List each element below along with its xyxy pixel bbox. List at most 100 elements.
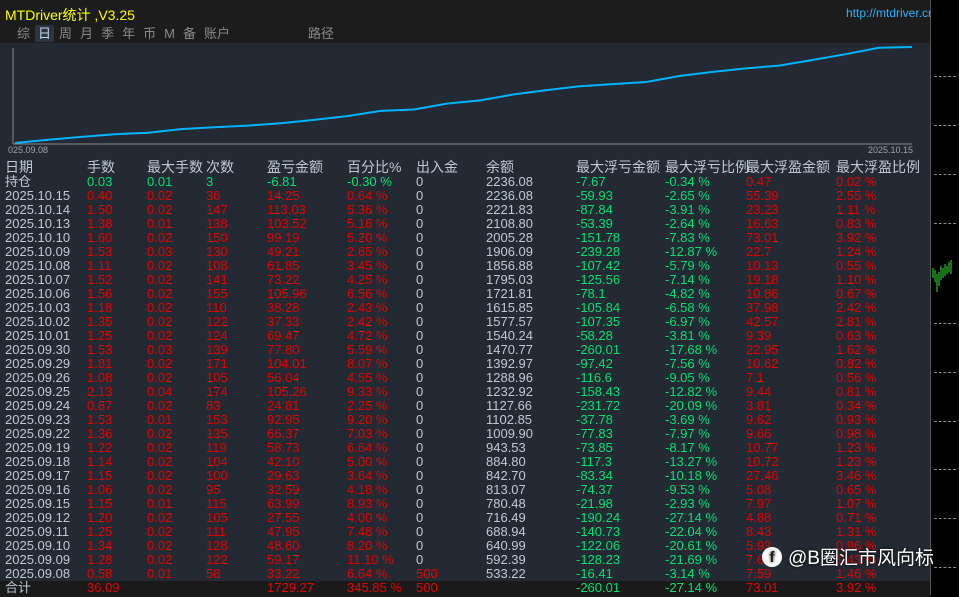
- cell-max-lots: 0.02: [147, 468, 173, 483]
- cell-balance: 640.99: [486, 538, 526, 553]
- equity-line: [14, 46, 913, 144]
- cell-count: 58: [206, 566, 221, 581]
- cell-date: 2025.10.13: [5, 216, 71, 231]
- cell-count: 155: [206, 286, 228, 301]
- cell-date: 2025.10.08: [5, 258, 71, 273]
- tab-8[interactable]: 备: [180, 25, 199, 42]
- cell-deposit: 0: [416, 202, 424, 217]
- cell-max-float-loss-pct: -27.14 %: [665, 580, 718, 595]
- cell-lots: 1.36: [87, 426, 113, 441]
- cell-max-float-profit: 7.1: [746, 370, 765, 385]
- cell-pct: 9.33 %: [347, 384, 388, 399]
- cell-count: 115: [206, 496, 227, 511]
- cell-max-float-profit-pct: 0.71 %: [836, 510, 877, 525]
- tab-5[interactable]: 年: [119, 25, 138, 42]
- cell-pct: 7.48 %: [347, 524, 388, 539]
- cell-deposit: 500: [416, 566, 438, 581]
- cell-max-float-profit-pct: 0.98 %: [836, 426, 877, 441]
- cell-lots: 1.52: [87, 272, 113, 287]
- cell-pct: 2.43 %: [347, 300, 388, 315]
- cell-date: 2025.10.03: [5, 300, 71, 315]
- cell-count: 138: [206, 216, 228, 231]
- tab-6[interactable]: 币: [140, 25, 159, 42]
- cell-count: 124: [206, 328, 228, 343]
- cell-max-float-loss: -53.39: [576, 216, 613, 231]
- cell-max-float-loss: -140.73: [576, 524, 621, 539]
- cell-date: 2025.09.30: [5, 342, 71, 357]
- cell-balance: 1615.85: [486, 300, 533, 315]
- cell-lots: 1.53: [87, 342, 113, 357]
- cell-lots: 1.08: [87, 370, 113, 385]
- cell-max-float-profit: 22.95: [746, 342, 779, 357]
- cell-date: 2025.09.23: [5, 412, 71, 427]
- tab-1[interactable]: 日: [35, 25, 55, 42]
- cell-balance: 1102.85: [486, 412, 533, 427]
- cell-max-lots: 0.02: [147, 300, 173, 315]
- cell-max-float-loss: -107.35: [576, 314, 621, 329]
- tab-0[interactable]: 综: [14, 25, 33, 42]
- cell-max-float-loss: -122.06: [576, 538, 621, 553]
- table-row: 2025.09.12 1.20 0.02 105 27.55 4.00 % 0 716.49 -…: [0, 511, 930, 525]
- cell-max-float-profit: 73.01: [746, 230, 779, 245]
- tab-9[interactable]: 账户: [201, 25, 233, 42]
- tab-10[interactable]: 路径: [305, 25, 337, 42]
- cell-deposit: 0: [416, 496, 424, 511]
- cell-max-lots: 0.01: [147, 496, 173, 511]
- cell-max-float-profit-pct: 0.02 %: [836, 174, 877, 189]
- cell-max-float-loss: -116.6: [576, 370, 612, 385]
- cell-max-float-loss: -151.78: [576, 230, 621, 245]
- cell-max-float-profit: 27.46: [746, 468, 779, 483]
- cell-deposit: 0: [416, 440, 424, 455]
- cell-date: 2025.09.18: [5, 454, 71, 469]
- cell-pnl: 盈亏金额: [267, 159, 323, 175]
- cell-deposit: 0: [416, 370, 424, 385]
- grid-line: [934, 125, 956, 126]
- website-link[interactable]: http://mtdriver.cn: [846, 6, 935, 20]
- cell-lots: 1.28: [87, 552, 113, 567]
- cell-deposit: 0: [416, 272, 424, 287]
- table-row: 2025.09.15 1.15 0.01 115 63.99 8.93 % 0 780.48 -…: [0, 497, 930, 511]
- tab-7[interactable]: M: [161, 25, 178, 42]
- cell-max-float-profit: 0.47: [746, 174, 772, 189]
- cell-deposit: 0: [416, 244, 424, 259]
- cell-lots: 1.22: [87, 440, 113, 455]
- cell-max-float-loss: -117.3: [576, 454, 612, 469]
- cell-balance: 1232.92: [486, 384, 533, 399]
- cell-max-float-loss-pct: -22.04 %: [665, 524, 718, 539]
- cell-max-float-loss-pct: -9.53 %: [665, 482, 710, 497]
- cell-max-float-loss: -158.43: [576, 384, 621, 399]
- table-row: 2025.10.07 1.52 0.02 141 73.22 4.25 % 0 1795.03…: [0, 273, 930, 287]
- cell-pct: 5.00 %: [347, 454, 388, 469]
- cell-pct: 9.20 %: [347, 412, 388, 427]
- cell-max-lots: 0.02: [147, 230, 173, 245]
- cell-count: 141: [206, 272, 228, 287]
- cell-max-float-loss: -78.1: [576, 286, 606, 301]
- cell-max-float-loss: -16.41: [576, 566, 613, 581]
- cell-max-float-profit-pct: 1.11 %: [836, 202, 876, 217]
- tab-3[interactable]: 月: [77, 25, 96, 42]
- cell-count: 135: [206, 426, 228, 441]
- cell-pct: 5.59 %: [347, 342, 388, 357]
- cell-max-float-profit-pct: 2.81 %: [836, 314, 877, 329]
- cell-pct: 8.93 %: [347, 496, 388, 511]
- cell-pnl: 29.63: [267, 468, 300, 483]
- cell-max-float-loss-pct: -20.09 %: [665, 398, 718, 413]
- cell-max-float-profit-pct: 1.07 %: [836, 496, 877, 511]
- cell-deposit: 0: [416, 230, 424, 245]
- cell-date: 2025.09.11: [5, 524, 70, 539]
- tab-4[interactable]: 季: [98, 25, 117, 42]
- tab-2[interactable]: 周: [56, 25, 75, 42]
- cell-pnl: 49.21: [267, 244, 300, 259]
- cell-max-float-profit-pct: 0.83 %: [836, 216, 877, 231]
- cell-max-float-loss-pct: -12.82 %: [665, 384, 718, 399]
- cell-max-float-loss-pct: -20.61 %: [665, 538, 718, 553]
- cell-balance: 2236.08: [486, 188, 533, 203]
- cell-max-float-profit: 9.66: [746, 426, 772, 441]
- cell-pct: 3.64 %: [347, 468, 388, 483]
- cell-max-float-profit-pct: 0.55 %: [836, 258, 877, 273]
- table-row: 2025.10.02 1.35 0.02 122 37.33 2.42 % 0 1577.57…: [0, 315, 930, 329]
- cell-balance: 1127.66: [486, 398, 533, 413]
- cell-pnl: 73.22: [267, 272, 300, 287]
- cell-count: 111: [206, 524, 226, 539]
- cell-max-float-profit-pct: 3.46 %: [836, 468, 877, 483]
